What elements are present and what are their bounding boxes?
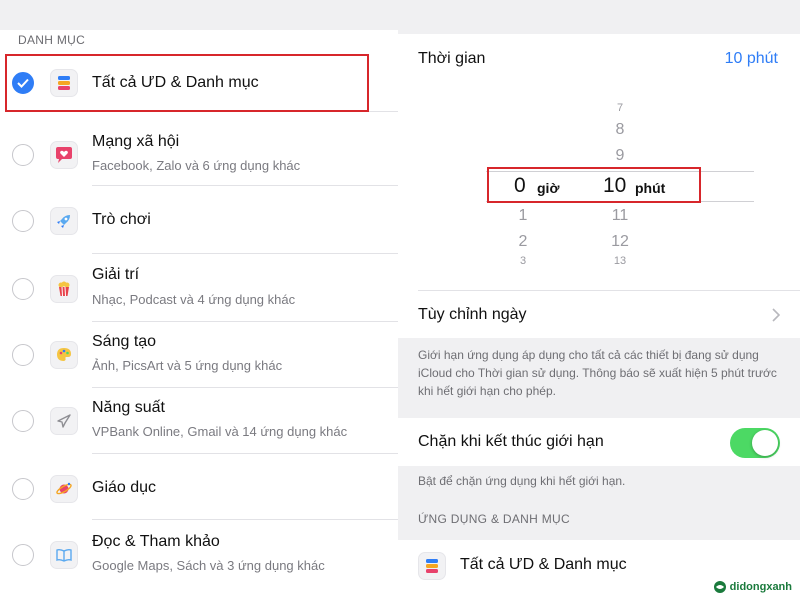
chevron-right-icon: [772, 308, 781, 327]
category-title: Giải trí: [92, 266, 140, 283]
category-row-games[interactable]: Trò chơi: [0, 186, 398, 254]
picker-hour: 2: [518, 233, 528, 250]
category-row-social[interactable]: Mạng xã hội Facebook, Zalo và 6 ứng dụng…: [0, 120, 398, 186]
radio-icon[interactable]: [12, 210, 34, 232]
radio-icon[interactable]: [12, 544, 34, 566]
category-row-education[interactable]: Giáo dục: [0, 454, 398, 520]
picker-hour: 3: [519, 255, 527, 265]
highlight-box: [487, 167, 701, 203]
book-icon: [50, 541, 78, 569]
category-panel: DANH MỤC Tất cả ƯD & Danh mục Mạng xã hộ…: [0, 0, 398, 600]
category-title: Mạng xã hội: [92, 133, 180, 150]
divider: [418, 290, 800, 291]
time-value[interactable]: 10 phút: [725, 50, 778, 68]
time-card: Thời gian 10 phút: [398, 34, 800, 290]
block-note: Bật để chặn ứng dụng khi hết giới hạn.: [418, 474, 626, 488]
section-title: DANH MỤC: [18, 33, 86, 47]
highlight-box: [5, 54, 369, 112]
radio-icon[interactable]: [12, 478, 34, 500]
category-subtitle: Google Maps, Sách và 3 ứng dụng khác: [92, 558, 325, 573]
chat-heart-icon: [50, 141, 78, 169]
picker-minute: 8: [615, 121, 625, 138]
limit-note: Giới hạn ứng dụng áp dụng cho tất cả các…: [418, 348, 777, 398]
stack-icon: [418, 552, 446, 580]
category-row-creativity[interactable]: Sáng tạo Ảnh, PicsArt và 5 ứng dụng khác: [0, 322, 398, 388]
picker-minute: 7: [616, 102, 624, 114]
radio-icon[interactable]: [12, 144, 34, 166]
picker-hour: 1: [518, 207, 528, 224]
picker-minute: 13: [613, 255, 627, 265]
category-row-reading[interactable]: Đọc & Tham khảo Google Maps, Sách và 3 ứ…: [0, 520, 398, 590]
top-bar: [0, 0, 398, 30]
category-title: Đọc & Tham khảo: [92, 533, 220, 550]
popcorn-icon: [50, 275, 78, 303]
category-title: Giáo dục: [92, 479, 157, 496]
category-subtitle: Ảnh, PicsArt và 5 ứng dụng khác: [92, 358, 283, 373]
radio-icon[interactable]: [12, 410, 34, 432]
category-row-entertainment[interactable]: Giải trí Nhạc, Podcast và 4 ứng dụng khá…: [0, 254, 398, 322]
category-title: Năng suất: [92, 399, 165, 416]
category-subtitle: VPBank Online, Gmail và 14 ứng dụng khác: [92, 424, 348, 439]
planet-icon: [50, 475, 78, 503]
picker-minute: 9: [615, 147, 625, 164]
category-subtitle: Nhạc, Podcast và 4 ứng dụng khác: [92, 292, 296, 307]
category-title: Sáng tạo: [92, 333, 157, 350]
paper-plane-icon: [50, 407, 78, 435]
category-row-productivity[interactable]: Năng suất VPBank Online, Gmail và 14 ứng…: [0, 388, 398, 454]
picker-minute: 11: [611, 207, 629, 224]
palette-icon: [50, 341, 78, 369]
limit-settings-panel: Thời gian 10 phút 7 8 9 0 giờ 10 phút 1 …: [398, 0, 800, 600]
block-toggle[interactable]: [730, 428, 780, 458]
radio-icon[interactable]: [12, 344, 34, 366]
brand-name: didongxanh: [729, 581, 792, 593]
apps-section-title: ỨNG DỤNG & DANH MỤC: [418, 512, 570, 526]
picker-minute: 12: [611, 233, 629, 250]
brand-mark-icon: [713, 581, 726, 593]
category-subtitle: Facebook, Zalo và 6 ứng dụng khác: [92, 158, 301, 173]
radio-icon[interactable]: [12, 278, 34, 300]
block-at-end-label: Chặn khi kết thúc giới hạn: [418, 433, 604, 450]
category-title: Trò chơi: [92, 211, 151, 228]
customize-days-label: Tùy chỉnh ngày: [418, 306, 527, 323]
all-apps-label: Tất cả ƯD & Danh mục: [460, 556, 627, 573]
time-label: Thời gian: [418, 50, 486, 67]
brand-logo: didongxanh: [713, 580, 792, 594]
toggle-knob: [752, 430, 778, 456]
rocket-icon: [50, 207, 78, 235]
